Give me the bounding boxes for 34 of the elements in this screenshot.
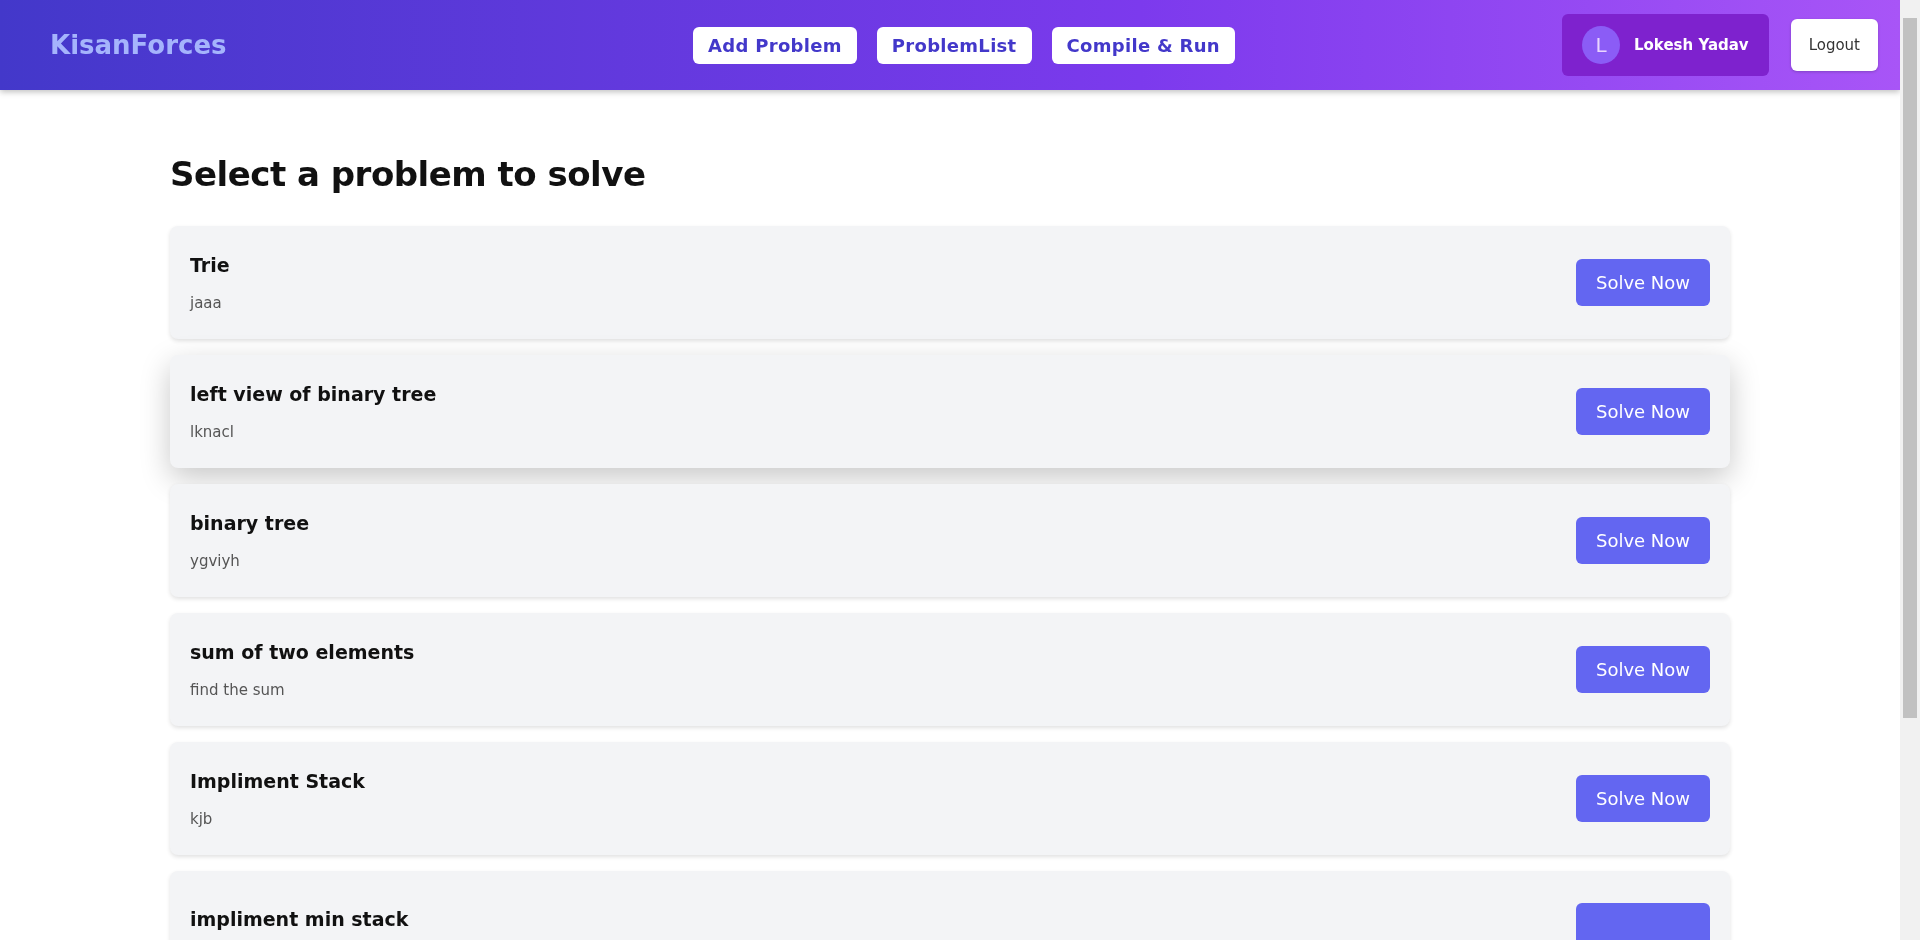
problem-title: Impliment Stack xyxy=(190,769,365,792)
problem-card[interactable]: Impliment Stack kjb Solve Now xyxy=(170,742,1730,855)
page-heading: Select a problem to solve xyxy=(170,154,647,194)
problem-title: impliment min stack xyxy=(190,907,409,930)
solve-button[interactable]: Solve Now xyxy=(1576,517,1710,564)
solve-button[interactable]: Solve Now xyxy=(1576,259,1710,306)
solve-button[interactable]: Solve Now xyxy=(1576,388,1710,435)
solve-button[interactable]: Solve Now xyxy=(1576,646,1710,693)
problem-card[interactable]: binary tree ygviyh Solve Now xyxy=(170,484,1730,597)
problem-title: binary tree xyxy=(190,511,310,534)
nav-button[interactable]: Compile & Run xyxy=(1051,26,1235,64)
user-chip[interactable]: L Lokesh Yadav xyxy=(1561,14,1769,76)
problem-card[interactable]: impliment min stack xyxy=(170,871,1730,940)
problem-title: left view of binary tree xyxy=(190,382,437,405)
user-name: Lokesh Yadav xyxy=(1633,36,1749,54)
scrollbar[interactable] xyxy=(1900,0,1920,940)
solve-button[interactable] xyxy=(1576,902,1710,940)
problem-card[interactable]: sum of two elements find the sum Solve Now xyxy=(170,613,1730,726)
nav-button[interactable]: Add Problem xyxy=(693,26,857,64)
logout-button[interactable]: Logout xyxy=(1790,19,1878,71)
problem-description: lknacl xyxy=(190,422,235,441)
problem-card[interactable]: Trie jaaa Solve Now xyxy=(170,226,1730,339)
logo[interactable]: KisanForces xyxy=(50,30,470,60)
problem-description: jaaa xyxy=(190,293,223,312)
problem-title: Trie xyxy=(190,253,230,276)
problem-title: sum of two elements xyxy=(190,640,415,663)
problem-description: find the sum xyxy=(190,680,286,699)
scrollbar-thumb[interactable] xyxy=(1903,18,1917,718)
avatar: L xyxy=(1581,26,1620,64)
nav-button[interactable]: ProblemList xyxy=(876,26,1032,64)
problem-description: kjb xyxy=(190,809,214,828)
problem-card[interactable]: left view of binary tree lknacl Solve Now xyxy=(170,355,1730,468)
problem-description: ygviyh xyxy=(190,551,241,570)
solve-button[interactable]: Solve Now xyxy=(1576,775,1710,822)
